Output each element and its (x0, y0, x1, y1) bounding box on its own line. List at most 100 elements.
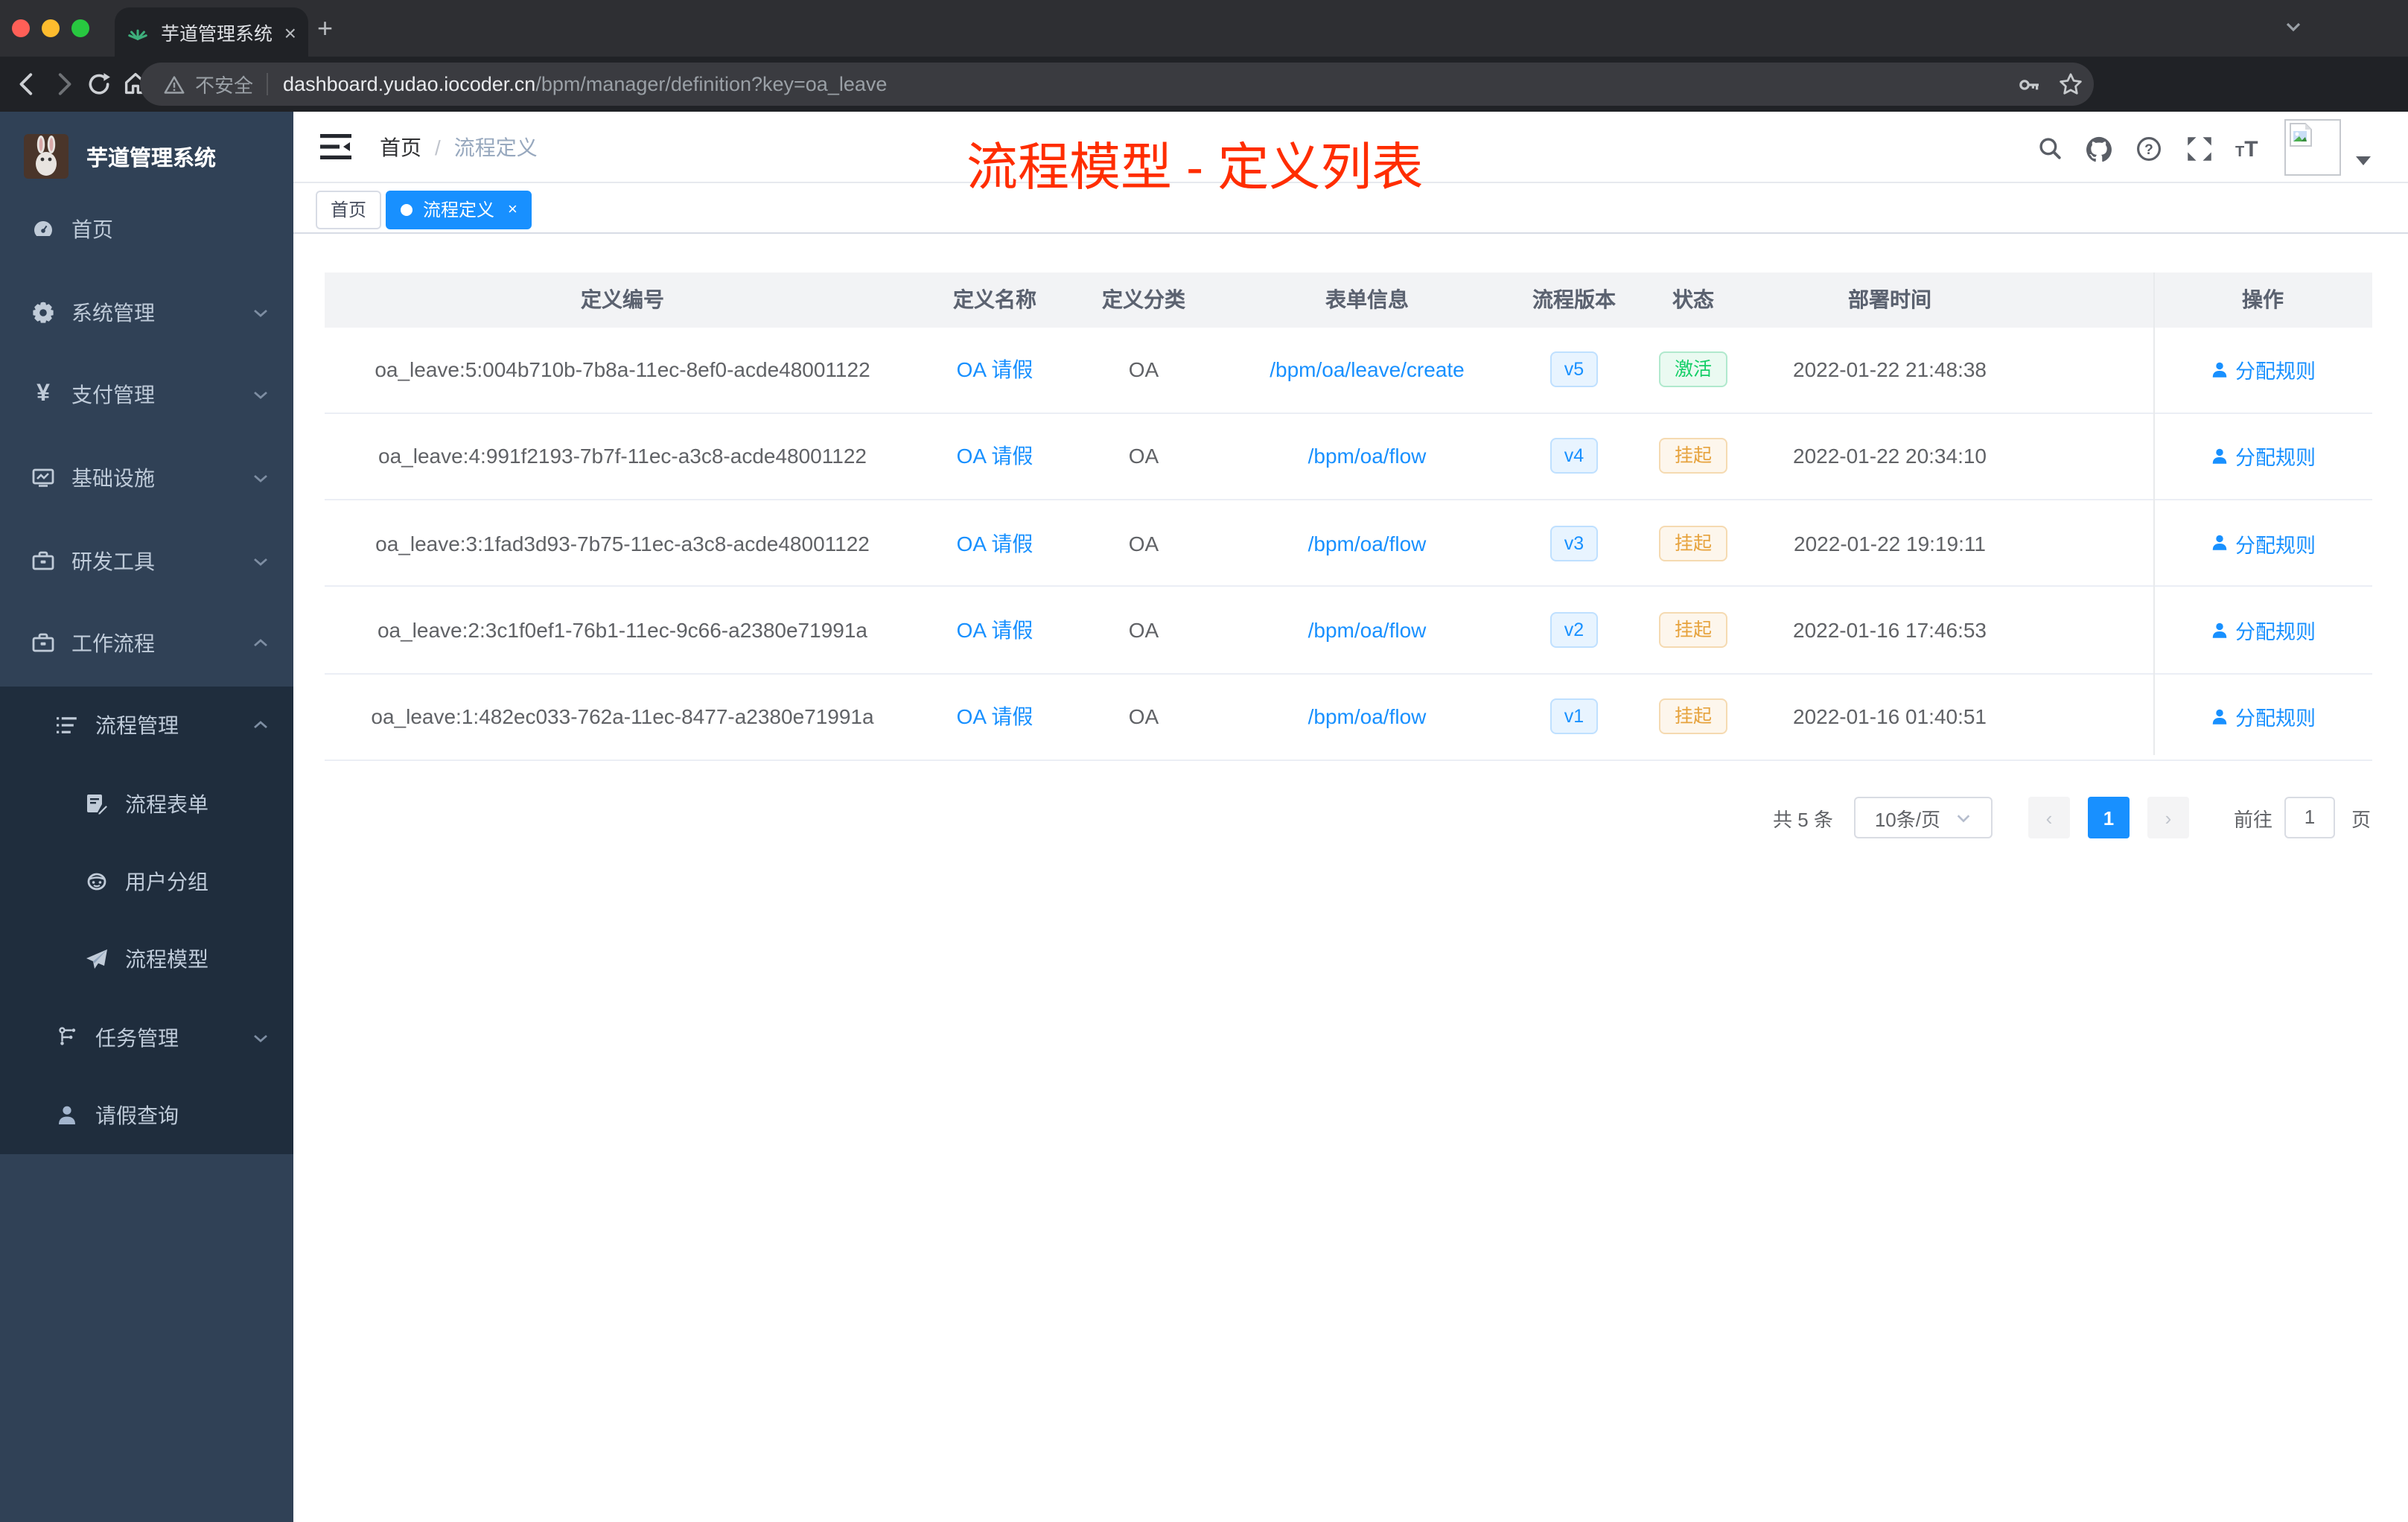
table-row: oa_leave:5:004b710b-7b8a-11ec-8ef0-acde4… (325, 327, 2372, 414)
tab-close-icon[interactable]: × (284, 20, 296, 44)
sidebar-item-workflow[interactable]: 工作流程 (0, 602, 293, 685)
sidebar-item-task-management[interactable]: 任务管理 (0, 999, 293, 1077)
cell-deploy-time: 2022-01-22 21:48:38 (1793, 357, 1987, 382)
definition-name-link[interactable]: OA 请假 (957, 705, 1033, 729)
sidebar-item-label: 请假查询 (95, 1104, 179, 1128)
sidebar-item-devtools[interactable]: 研发工具 (0, 520, 293, 602)
traffic-light-zoom[interactable] (71, 19, 89, 37)
sidebar-item-leave-query[interactable]: 请假查询 (0, 1077, 293, 1155)
cell-definition-id: oa_leave:2:3c1f0ef1-76b1-11ec-9c66-a2380… (377, 618, 867, 643)
cell-deploy-time: 2022-01-22 19:19:11 (1794, 531, 1986, 555)
page-1-button[interactable]: 1 (2087, 797, 2130, 838)
cell-definition-id: oa_leave:1:482ec033-762a-11ec-8477-a2380… (371, 704, 874, 729)
definition-name-link[interactable]: OA 请假 (957, 445, 1033, 468)
chevron-down-icon (1955, 809, 1972, 826)
sidebar-item-label: 基础设施 (71, 465, 155, 490)
assign-rule-link[interactable]: 分配规则 (2210, 702, 2316, 732)
new-tab-button[interactable]: + (317, 15, 333, 42)
sidebar-item-process-management[interactable]: 流程管理 (0, 687, 293, 765)
breadcrumb-home[interactable]: 首页 (380, 133, 421, 162)
cell-deploy-time: 2022-01-16 01:40:51 (1793, 704, 1987, 729)
search-icon[interactable] (2037, 136, 2063, 161)
active-dot (401, 203, 413, 215)
prev-icon: ‹ (2045, 806, 2053, 829)
sidebar-item-payment[interactable]: ¥ 支付管理 (0, 354, 293, 436)
assign-rule-label: 分配规则 (2235, 534, 2316, 557)
sidebar-item-label: 任务管理 (95, 1025, 179, 1050)
assign-rule-label: 分配规则 (2235, 360, 2316, 383)
app-title: 芋道管理系统 (86, 147, 216, 171)
sidebar-item-process-form[interactable]: 流程表单 (0, 765, 293, 843)
form-link[interactable]: /bpm/oa/flow (1308, 531, 1427, 555)
col-form-info: 表单信息 (1325, 287, 1409, 311)
tab-search-chevron-icon[interactable] (2284, 18, 2302, 36)
back-icon[interactable] (15, 71, 40, 97)
chevron-down-icon (252, 552, 270, 570)
prev-page-button[interactable]: ‹ (2028, 797, 2070, 838)
status-badge: 挂起 (1659, 525, 1727, 561)
table-row: oa_leave:4:991f2193-7b7f-11ec-a3c8-acde4… (325, 414, 2372, 501)
sidebar-item-label: 用户分组 (125, 869, 208, 894)
definition-name-link[interactable]: OA 请假 (957, 618, 1033, 642)
definition-table: 定义编号 定义名称 定义分类 表单信息 流程版本 状态 部署时间 操作 oa_l… (325, 272, 2372, 761)
address-bar[interactable]: 不安全 dashboard.yudao.iocoder.cn/bpm/manag… (140, 63, 2094, 106)
pagination-total: 共 5 条 (1773, 808, 1833, 830)
bookmark-star-icon[interactable] (2058, 71, 2083, 97)
cell-deploy-time: 2022-01-16 17:46:53 (1793, 618, 1987, 643)
sidebar-item-label: 首页 (71, 217, 113, 241)
page-size-select[interactable]: 10条/页 (1853, 797, 1993, 838)
browser-tab[interactable]: 芋道管理系统 × (115, 7, 308, 57)
definition-name-link[interactable]: OA 请假 (957, 531, 1033, 555)
breadcrumb-separator: / (435, 136, 441, 159)
breadcrumb-current: 流程定义 (453, 136, 538, 159)
form-link[interactable]: /bpm/oa/flow (1308, 618, 1427, 642)
chevron-down-icon (252, 469, 270, 487)
github-icon[interactable] (2085, 136, 2113, 164)
fullscreen-icon[interactable] (2186, 136, 2213, 162)
monitor-icon (31, 466, 55, 490)
traffic-light-minimize[interactable] (42, 19, 60, 37)
forward-icon[interactable] (51, 71, 76, 97)
assign-rule-link[interactable]: 分配规则 (2210, 528, 2316, 558)
browser-toolbar: 不安全 dashboard.yudao.iocoder.cn/bpm/manag… (0, 57, 2408, 168)
toolbox-icon (31, 549, 55, 573)
col-process-version: 流程版本 (1532, 287, 1616, 311)
sidebar-toggle-icon[interactable] (320, 134, 351, 161)
cell-category: OA (1128, 531, 1159, 555)
warning-icon (164, 74, 185, 95)
next-page-button[interactable]: › (2147, 797, 2189, 838)
tag-home[interactable]: 首页 (316, 190, 382, 229)
assign-rule-link[interactable]: 分配规则 (2210, 442, 2316, 471)
assign-rule-link[interactable]: 分配规则 (2210, 354, 2316, 384)
tree-icon (55, 1027, 79, 1049)
goto-page-input[interactable]: 1 (2284, 797, 2335, 838)
form-edit-icon (85, 792, 109, 815)
form-link[interactable]: /bpm/oa/flow (1308, 705, 1427, 729)
avatar[interactable] (2284, 119, 2341, 176)
status-badge: 挂起 (1659, 612, 1727, 649)
col-definition-id: 定义编号 (581, 287, 664, 311)
sidebar-item-home[interactable]: 首页 (0, 188, 293, 270)
toolbox-icon (31, 632, 55, 656)
form-link[interactable]: /bpm/oa/leave/create (1270, 357, 1465, 381)
sidebar-item-infra[interactable]: 基础设施 (0, 436, 293, 519)
tag-close-icon[interactable]: × (508, 200, 517, 218)
sidebar-logo[interactable]: 芋道管理系统 (0, 127, 293, 186)
reload-icon[interactable] (86, 71, 112, 97)
font-size-icon[interactable]: TT (2235, 137, 2258, 162)
goto-label: 前往 (2233, 808, 2272, 830)
help-icon[interactable]: ? (2135, 136, 2162, 162)
sidebar-item-system[interactable]: 系统管理 (0, 270, 293, 353)
main-area: 首页 / 流程定义 ? TT 首页 流程定义 × 流程模型 - 定义列表 定义编… (293, 112, 2408, 1522)
sidebar-item-process-model[interactable]: 流程模型 (0, 920, 293, 999)
key-icon[interactable] (2018, 73, 2042, 97)
assign-rule-label: 分配规则 (2235, 707, 2316, 730)
form-link[interactable]: /bpm/oa/flow (1308, 445, 1427, 468)
tag-process-definition[interactable]: 流程定义 × (386, 190, 532, 229)
caret-down-icon[interactable] (2356, 156, 2371, 165)
traffic-light-close[interactable] (12, 19, 30, 37)
assign-rule-link[interactable]: 分配规则 (2210, 615, 2316, 645)
omnibox-divider (267, 73, 269, 95)
sidebar-item-user-group[interactable]: 用户分组 (0, 843, 293, 921)
definition-name-link[interactable]: OA 请假 (957, 357, 1033, 381)
